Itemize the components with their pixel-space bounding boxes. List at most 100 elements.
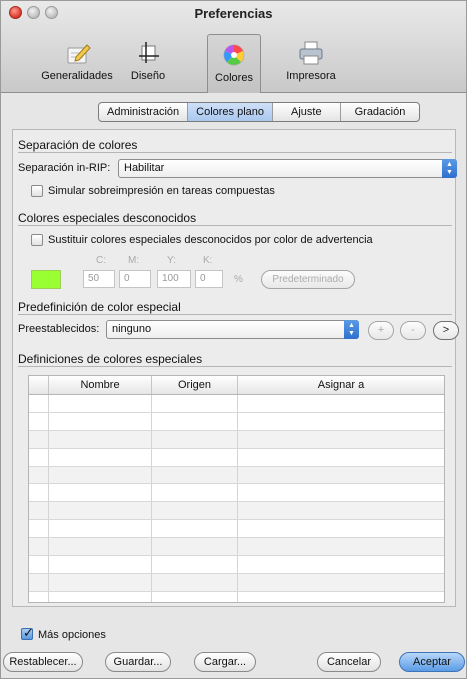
table-cell — [152, 573, 238, 591]
table-cell — [152, 520, 238, 538]
preset-select[interactable]: ninguno ▲ ▼ — [106, 320, 359, 339]
table-cell — [238, 574, 444, 591]
crop-icon — [139, 42, 159, 63]
table-row[interactable] — [29, 573, 444, 592]
table-cell — [29, 556, 49, 573]
table-cell — [29, 484, 49, 502]
table-cell — [238, 431, 444, 448]
m-label: M: — [128, 255, 140, 266]
table-row[interactable] — [29, 484, 444, 503]
more-options-checkbox[interactable]: ✓ — [21, 625, 34, 640]
accept-button[interactable]: Aceptar — [399, 652, 465, 672]
spot-definitions-table[interactable]: Nombre Origen Asignar a — [28, 375, 445, 603]
c-label: C: — [96, 255, 106, 266]
table-cell — [238, 538, 444, 555]
checkmark-icon: ✓ — [23, 625, 34, 640]
table-cell — [49, 520, 152, 538]
inrip-select-value: Habilitar — [124, 162, 165, 174]
more-options-label: Más opciones — [38, 629, 106, 641]
preset-select-value: ninguno — [112, 323, 152, 335]
remove-preset-button[interactable]: - — [400, 321, 426, 340]
table-row[interactable] — [29, 395, 444, 413]
chevron-updown-icon: ▲ ▼ — [344, 320, 359, 339]
add-preset-button[interactable]: + — [368, 321, 394, 340]
replace-unknown-label: Sustituir colores especiales desconocido… — [48, 234, 373, 246]
simulate-overprint-checkbox[interactable] — [31, 185, 43, 197]
table-row[interactable] — [29, 430, 444, 449]
table-cell — [49, 484, 152, 502]
tab-administracion[interactable]: Administración — [99, 103, 189, 121]
table-cell — [29, 573, 49, 591]
table-body — [29, 395, 444, 602]
table-row[interactable] — [29, 591, 444, 602]
column-header-selector — [29, 376, 49, 394]
column-header-asignar[interactable]: Asignar a — [238, 376, 444, 394]
section-title-predefinicion: Predefinición de color especial — [18, 300, 181, 314]
table-cell — [29, 520, 49, 538]
default-button[interactable]: Predeterminado — [261, 270, 355, 289]
printer-icon — [299, 41, 323, 65]
table-cell — [29, 448, 49, 466]
toolbar-label-impresora: Impresora — [286, 70, 336, 82]
section-title-desconocidos: Colores especiales desconocidos — [18, 211, 197, 225]
table-cell — [49, 448, 152, 466]
table-cell — [49, 466, 152, 484]
y-field[interactable]: 100 — [157, 270, 191, 288]
tab-gradacion[interactable]: Gradación — [341, 103, 420, 121]
pencil-icon — [67, 44, 91, 64]
percent-label: % — [234, 274, 243, 285]
table-cell — [238, 449, 444, 466]
replace-unknown-checkbox[interactable] — [31, 234, 43, 246]
table-row[interactable] — [29, 448, 444, 467]
table-cell — [152, 538, 238, 556]
next-preset-button[interactable]: > — [433, 321, 459, 340]
tab-ajuste[interactable]: Ajuste — [273, 103, 341, 121]
table-row[interactable] — [29, 412, 444, 431]
m-field[interactable]: 0 — [119, 270, 151, 288]
section-title-definiciones: Definiciones de colores especiales — [18, 352, 203, 366]
save-button[interactable]: Guardar... — [105, 652, 171, 672]
table-cell — [152, 502, 238, 520]
divider — [18, 366, 452, 367]
table-row[interactable] — [29, 538, 444, 557]
reset-button[interactable]: Restablecer... — [3, 652, 83, 672]
table-row[interactable] — [29, 466, 444, 485]
section-title-separacion: Separación de colores — [18, 138, 138, 152]
column-header-nombre[interactable]: Nombre — [49, 376, 152, 394]
table-cell — [152, 395, 238, 412]
warning-color-swatch — [31, 270, 61, 289]
tab-bar: Administración Colores plano Ajuste Grad… — [98, 102, 421, 122]
table-row[interactable] — [29, 502, 444, 521]
load-button[interactable]: Cargar... — [194, 652, 256, 672]
window-title: Preferencias — [194, 6, 273, 21]
toolbar-item-diseno[interactable]: Diseño — [125, 33, 171, 87]
table-cell — [29, 591, 49, 602]
toolbar-item-impresora[interactable]: Impresora — [279, 33, 343, 87]
inrip-label: Separación in-RIP: — [18, 162, 111, 174]
c-field[interactable]: 50 — [83, 270, 115, 288]
table-cell — [29, 412, 49, 430]
column-header-origen[interactable]: Origen — [152, 376, 238, 394]
table-row[interactable] — [29, 520, 444, 539]
cancel-button[interactable]: Cancelar — [317, 652, 381, 672]
k-label: K: — [203, 255, 213, 266]
toolbar-label-colores: Colores — [215, 72, 253, 84]
title-toolbar: Preferencias Generalidades Diseño Colore… — [1, 1, 466, 93]
toolbar-item-generalidades[interactable]: Generalidades — [37, 33, 117, 87]
preset-label: Preestablecidos: — [18, 323, 100, 335]
table-cell — [29, 538, 49, 556]
table-cell — [49, 412, 152, 430]
toolbar-item-colores[interactable]: Colores — [207, 34, 261, 93]
table-cell — [152, 430, 238, 448]
y-label: Y: — [167, 255, 176, 266]
tab-colores-plano[interactable]: Colores plano — [188, 103, 274, 121]
table-cell — [152, 591, 238, 602]
table-row[interactable] — [29, 556, 444, 574]
k-field[interactable]: 0 — [195, 270, 223, 288]
toolbar-label-generalidades: Generalidades — [41, 70, 113, 82]
table-cell — [29, 502, 49, 520]
inrip-select[interactable]: Habilitar ▲ ▼ — [118, 159, 457, 178]
table-cell — [238, 502, 444, 519]
simulate-overprint-label: Simular sobreimpresión en tareas compues… — [48, 185, 275, 197]
table-cell — [238, 592, 444, 602]
